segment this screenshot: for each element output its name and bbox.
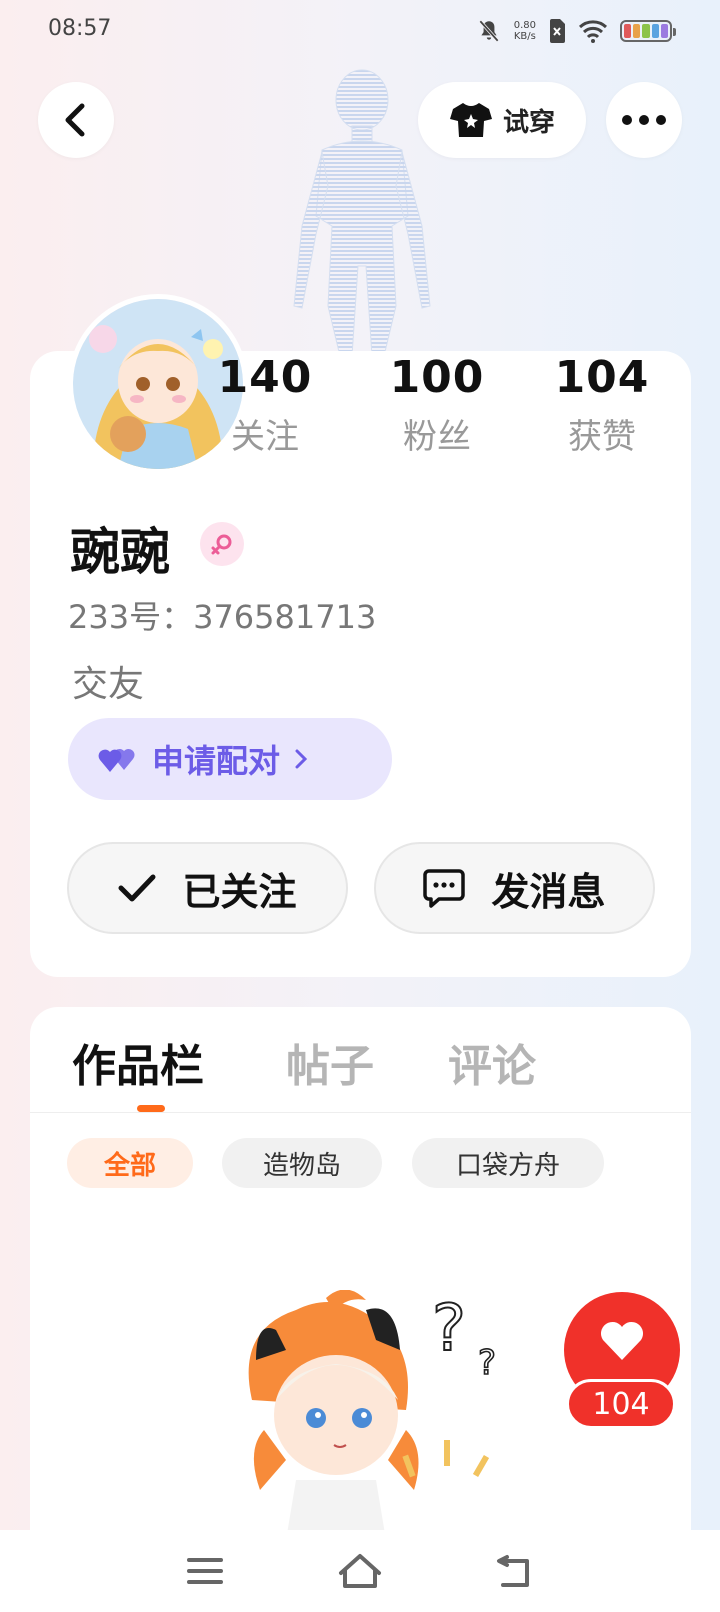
chevron-left-icon [65, 103, 85, 137]
try-on-label: 试穿 [502, 107, 555, 138]
status-time: 08:57 [48, 16, 112, 41]
stat-likes[interactable]: 104 获赞 [537, 352, 667, 458]
likes-count: 104 [554, 352, 650, 403]
status-bar: 08:57 0.80 KB/s [0, 0, 720, 64]
filter-all[interactable]: 全部 [67, 1138, 193, 1188]
send-message-label: 发消息 [491, 869, 606, 914]
more-options-button[interactable] [606, 82, 682, 158]
back-button[interactable] [38, 82, 114, 158]
avatar-figure-silhouette [293, 69, 431, 356]
bio: 交友 [72, 664, 145, 705]
following-count: 140 [217, 352, 313, 403]
gender-badge [200, 522, 244, 566]
heart-icon [600, 1321, 644, 1360]
svg-text:?: ? [432, 1292, 466, 1366]
tshirt-icon [449, 103, 492, 137]
like-count: 104 [566, 1379, 676, 1429]
svg-text:?: ? [478, 1343, 496, 1383]
status-icons: 0.80 KB/s [476, 18, 676, 44]
following-label: 关注 [231, 417, 299, 457]
more-dots-icon [622, 115, 666, 125]
followers-label: 粉丝 [403, 417, 471, 457]
stat-following[interactable]: 140 关注 [200, 352, 330, 458]
try-on-button[interactable]: 试穿 [418, 82, 586, 158]
checkmark-icon [118, 874, 156, 902]
username: 豌豌 [70, 523, 170, 581]
no-sim-icon [550, 19, 565, 43]
likes-label: 获赞 [568, 417, 636, 457]
following-button-label: 已关注 [182, 869, 297, 914]
apply-pair-button[interactable]: 申请配对 [68, 718, 392, 800]
tab-comments[interactable]: 评论 [448, 1030, 536, 1094]
net-speed: 0.80 KB/s [514, 20, 536, 42]
user-id: 233号：376581713 [68, 598, 377, 636]
battery-icon [620, 20, 676, 42]
active-tab-indicator [137, 1105, 165, 1112]
filter-creation-island[interactable]: 造物岛 [222, 1138, 382, 1188]
chevron-right-icon [295, 749, 308, 769]
chat-bubble-icon [423, 869, 466, 908]
mute-bell-icon [478, 20, 499, 42]
mascot-illustration: ? ? [248, 1290, 497, 1540]
filter-pocket-ark[interactable]: 口袋方舟 [412, 1138, 604, 1188]
apply-pair-label: 申请配对 [152, 742, 281, 780]
system-nav-bar [0, 1530, 720, 1612]
home-icon[interactable] [337, 1551, 383, 1591]
tab-works[interactable]: 作品栏 [72, 1030, 204, 1094]
net-speed-unit: KB/s [513, 31, 536, 42]
menu-icon[interactable] [185, 1554, 225, 1588]
stat-followers[interactable]: 100 粉丝 [372, 352, 502, 458]
female-icon [211, 534, 232, 555]
back-nav-icon[interactable] [495, 1553, 535, 1589]
tab-posts[interactable]: 帖子 [286, 1030, 374, 1094]
following-button[interactable]: 已关注 [67, 842, 348, 934]
followers-count: 100 [389, 352, 485, 403]
send-message-button[interactable]: 发消息 [374, 842, 655, 934]
tab-divider [30, 1112, 691, 1113]
wifi-icon [578, 20, 608, 43]
net-speed-value: 0.80 [513, 20, 536, 31]
double-heart-icon [98, 748, 135, 772]
